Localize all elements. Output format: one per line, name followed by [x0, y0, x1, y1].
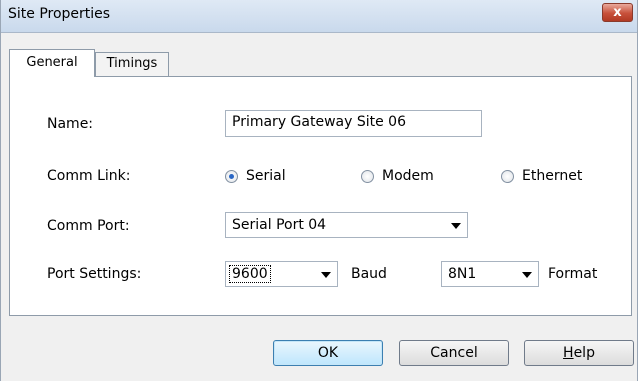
baud-select[interactable]: 9600 [225, 261, 338, 287]
comm-port-select[interactable]: Serial Port 04 [225, 212, 468, 238]
port-settings-label: Port Settings: [47, 266, 142, 282]
name-input[interactable]: Primary Gateway Site 06 [225, 110, 482, 137]
cancel-button[interactable]: Cancel [399, 340, 509, 366]
baud-value: 9600 [229, 265, 271, 283]
radio-selected-icon [225, 169, 238, 183]
tab-timings[interactable]: Timings [95, 52, 169, 76]
help-button[interactable]: Help [524, 340, 634, 366]
close-button[interactable]: x [602, 3, 633, 22]
site-properties-dialog: Site Properties x General Timings Name: … [0, 0, 638, 381]
baud-label: Baud [351, 266, 387, 282]
radio-unselected-icon [501, 169, 514, 183]
close-icon: x [613, 5, 622, 20]
comm-port-label: Comm Port: [47, 218, 130, 234]
serial-option-label: Serial [246, 168, 286, 184]
comm-port-value: Serial Port 04 [232, 217, 327, 233]
chevron-down-icon[interactable] [451, 223, 461, 229]
help-mnemonic: H [563, 345, 574, 361]
format-label: Format [548, 266, 598, 282]
chevron-down-icon[interactable] [522, 272, 532, 278]
tab-general[interactable]: General [9, 49, 95, 77]
comm-link-label: Comm Link: [47, 168, 131, 184]
chevron-down-icon[interactable] [321, 272, 331, 278]
ok-button[interactable]: OK [273, 340, 383, 366]
window-title: Site Properties [8, 6, 111, 22]
format-select[interactable]: 8N1 [441, 261, 539, 287]
name-label: Name: [47, 116, 94, 132]
help-label-rest: elp [573, 345, 595, 361]
comm-link-serial-radio[interactable]: Serial [225, 168, 286, 184]
format-value: 8N1 [448, 266, 477, 282]
ethernet-option-label: Ethernet [522, 168, 583, 184]
comm-link-modem-radio[interactable]: Modem [361, 168, 434, 184]
comm-link-ethernet-radio[interactable]: Ethernet [501, 168, 582, 184]
modem-option-label: Modem [382, 168, 434, 184]
title-bar[interactable]: Site Properties x [1, 0, 637, 33]
radio-unselected-icon [361, 169, 374, 183]
